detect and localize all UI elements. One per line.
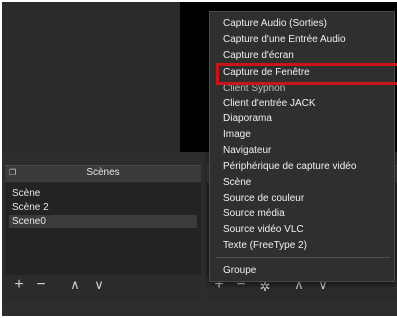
scene-list-item[interactable]: Scène 2 [9, 201, 197, 214]
scenes-dock-title: Scènes [86, 167, 120, 178]
scenes-dock: ❐ Scènes Scène Scène 2 Scene0 + − ∧ ∨ [5, 165, 201, 300]
scene-list-item[interactable]: Scène [9, 187, 197, 200]
menu-item-slideshow[interactable]: Diaporama [223, 111, 393, 126]
menu-item-media-source[interactable]: Source média [223, 206, 393, 221]
obs-window: ❐ Scènes Scène Scène 2 Scene0 + − ∧ ∨ ❐ … [0, 0, 397, 318]
move-scene-down-button[interactable]: ∨ [91, 277, 107, 293]
menu-item-color-source[interactable]: Source de couleur [223, 191, 393, 206]
move-scene-up-button[interactable]: ∧ [67, 277, 83, 293]
menu-item-text-freetype2[interactable]: Texte (FreeType 2) [223, 238, 393, 253]
menu-item-display-capture[interactable]: Capture d'écran [223, 48, 393, 63]
menu-separator [216, 257, 390, 258]
scene-list: Scène Scène 2 Scene0 [5, 183, 201, 275]
scenes-dock-header: ❐ Scènes [5, 165, 201, 182]
menu-item-image[interactable]: Image [223, 127, 393, 142]
remove-scene-button[interactable]: − [33, 277, 49, 293]
menu-item-group[interactable]: Groupe [223, 263, 393, 278]
preview-area-left [2, 2, 180, 152]
highlight-annotation-box [216, 63, 397, 85]
menu-item-audio-output-capture[interactable]: Capture Audio (Sorties) [223, 16, 393, 31]
menu-item-audio-input-capture[interactable]: Capture d'une Entrée Audio [223, 32, 393, 47]
scene-list-item-selected[interactable]: Scene0 [9, 215, 197, 228]
menu-item-scene[interactable]: Scène [223, 175, 393, 190]
scenes-toolbar: + − ∧ ∨ [5, 275, 201, 300]
add-scene-button[interactable]: + [11, 277, 27, 293]
menu-item-browser[interactable]: Navigateur [223, 143, 393, 158]
menu-item-vlc-video-source[interactable]: Source vidéo VLC [223, 222, 393, 237]
menu-item-jack-input-client[interactable]: Client d'entrée JACK [223, 96, 393, 111]
add-source-context-menu: Capture Audio (Sorties) Capture d'une En… [209, 11, 395, 282]
menu-item-video-capture-device[interactable]: Périphérique de capture vidéo [223, 159, 393, 174]
